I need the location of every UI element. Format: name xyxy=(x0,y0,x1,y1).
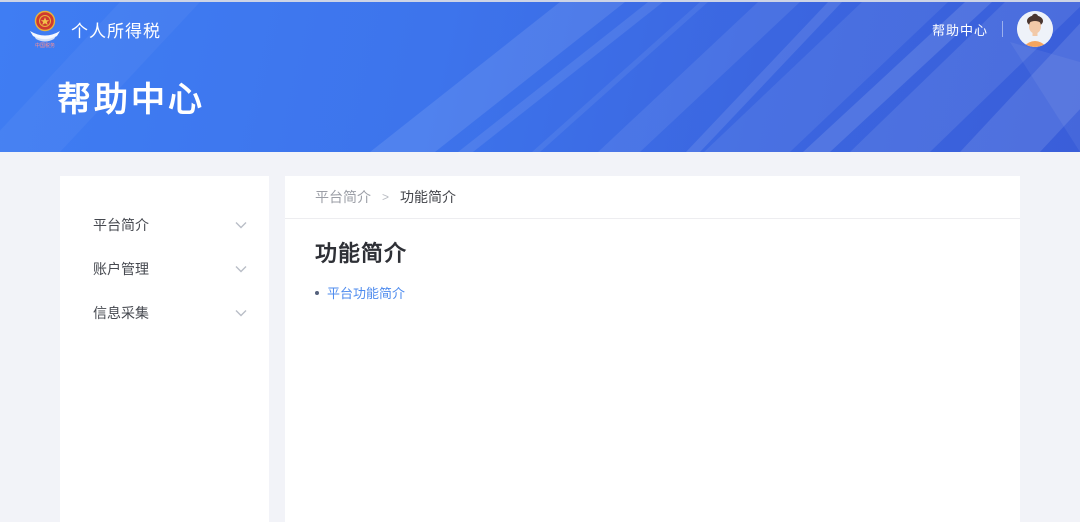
page-banner-title: 帮助中心 xyxy=(57,72,1080,121)
breadcrumb-current: 功能简介 xyxy=(400,187,456,207)
logo-caption: 中国税务 xyxy=(28,42,62,49)
banner: 中国税务 个人所得税 帮助中心 帮助中心 xyxy=(0,2,1080,152)
content-area: 平台简介 账户管理 信息采集 平台简介 > 功能简介 功能简介 xyxy=(0,152,1080,522)
chevron-down-icon[interactable] xyxy=(235,265,247,273)
sidebar-item-label: 平台简介 xyxy=(93,215,149,235)
chevron-down-icon[interactable] xyxy=(235,221,247,229)
main-body: 功能简介 平台功能简介 xyxy=(285,219,1020,302)
sidebar-item-info-collection[interactable]: 信息采集 xyxy=(60,291,269,335)
breadcrumb-parent[interactable]: 平台简介 xyxy=(315,187,371,207)
help-center-link[interactable]: 帮助中心 xyxy=(932,20,988,39)
sidebar-item-label: 信息采集 xyxy=(93,303,149,323)
topbar-divider xyxy=(1002,21,1003,37)
sidebar-item-platform-intro[interactable]: 平台简介 xyxy=(60,203,269,247)
topbar-right: 帮助中心 xyxy=(932,11,1053,47)
sidebar: 平台简介 账户管理 信息采集 xyxy=(60,176,269,522)
breadcrumb-separator-icon: > xyxy=(382,190,389,204)
chevron-down-icon[interactable] xyxy=(235,309,247,317)
doc-link-platform-functions[interactable]: 平台功能简介 xyxy=(315,283,405,302)
breadcrumb: 平台简介 > 功能简介 xyxy=(285,176,1020,219)
user-avatar[interactable] xyxy=(1017,11,1053,47)
brand-name: 个人所得税 xyxy=(71,17,161,42)
tax-emblem-logo-icon: 中国税务 xyxy=(28,9,62,49)
page-title: 功能简介 xyxy=(315,236,990,268)
topbar: 中国税务 个人所得税 帮助中心 xyxy=(0,2,1080,50)
doc-link-label: 平台功能简介 xyxy=(327,283,405,302)
main-panel: 平台简介 > 功能简介 功能简介 平台功能简介 xyxy=(285,176,1020,522)
sidebar-item-account-management[interactable]: 账户管理 xyxy=(60,247,269,291)
bullet-icon xyxy=(315,291,319,295)
sidebar-item-label: 账户管理 xyxy=(93,259,149,279)
brand[interactable]: 中国税务 个人所得税 xyxy=(28,9,161,49)
